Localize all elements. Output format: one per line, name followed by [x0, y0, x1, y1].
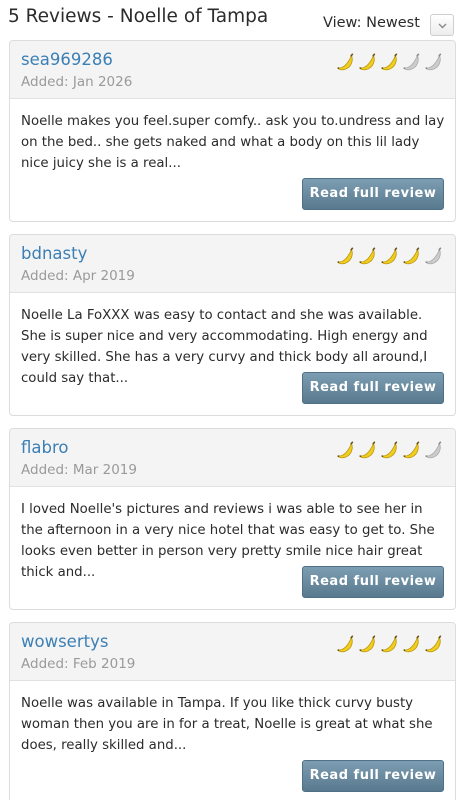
banana-filled-icon — [337, 441, 354, 459]
read-full-review-button[interactable]: Read full review — [302, 178, 444, 210]
banana-empty-icon — [425, 53, 442, 71]
banana-filled-icon — [381, 441, 398, 459]
banana-filled-icon — [381, 53, 398, 71]
reviewer-name-link[interactable]: bdnasty — [21, 244, 87, 263]
banana-filled-icon — [381, 247, 398, 265]
review-card-header: flabro Added: Mar 2019 — [10, 429, 455, 487]
banana-filled-icon — [359, 53, 376, 71]
review-date: Added: Mar 2019 — [21, 462, 137, 478]
banana-empty-icon — [425, 247, 442, 265]
review-card-header: bdnasty Added: Apr 2019 — [10, 235, 455, 293]
page-title: 5 Reviews - Noelle of Tampa — [8, 6, 269, 27]
view-sort-label[interactable]: View: Newest — [323, 15, 420, 31]
banana-filled-icon — [381, 635, 398, 653]
review-date: Added: Apr 2019 — [21, 268, 135, 284]
banana-filled-icon — [337, 53, 354, 71]
reviewer-name-link[interactable]: sea969286 — [21, 50, 113, 69]
read-full-review-button[interactable]: Read full review — [302, 566, 444, 598]
banana-filled-icon — [425, 635, 442, 653]
chevron-down-icon — [438, 23, 447, 29]
reviewer-name-link[interactable]: flabro — [21, 438, 69, 457]
banana-filled-icon — [359, 635, 376, 653]
banana-rating — [336, 441, 444, 461]
review-excerpt: Noelle was available in Tampa. If you li… — [21, 696, 433, 753]
review-excerpt: Noelle makes you feel.super comfy.. ask … — [21, 114, 445, 171]
review-date: Added: Feb 2019 — [21, 656, 136, 672]
review-card: wowsertys Added: Feb 2019 Noelle was ava… — [9, 622, 456, 800]
banana-empty-icon — [403, 53, 420, 71]
view-sort-dropdown[interactable] — [430, 14, 454, 36]
review-card: bdnasty Added: Apr 2019 Noelle La FoXXX … — [9, 234, 456, 416]
reviews-page: 5 Reviews - Noelle of Tampa View: Newest… — [0, 0, 465, 800]
review-card: sea969286 Added: Jan 2026 Noelle makes y… — [9, 40, 456, 222]
banana-rating — [336, 635, 444, 655]
banana-filled-icon — [359, 247, 376, 265]
read-full-review-button[interactable]: Read full review — [302, 372, 444, 404]
reviewer-name-link[interactable]: wowsertys — [21, 632, 108, 651]
review-card: flabro Added: Mar 2019 I loved Noelle's … — [9, 428, 456, 610]
banana-filled-icon — [337, 635, 354, 653]
banana-filled-icon — [403, 247, 420, 265]
reviews-header: 5 Reviews - Noelle of Tampa View: Newest — [0, 0, 465, 36]
banana-rating — [336, 247, 444, 267]
review-date: Added: Jan 2026 — [21, 74, 133, 90]
banana-rating — [336, 53, 444, 73]
banana-filled-icon — [337, 247, 354, 265]
banana-empty-icon — [425, 441, 442, 459]
banana-filled-icon — [359, 441, 376, 459]
read-full-review-button[interactable]: Read full review — [302, 760, 444, 792]
review-card-header: wowsertys Added: Feb 2019 — [10, 623, 455, 681]
review-card-header: sea969286 Added: Jan 2026 — [10, 41, 455, 99]
banana-filled-icon — [403, 441, 420, 459]
banana-filled-icon — [403, 635, 420, 653]
